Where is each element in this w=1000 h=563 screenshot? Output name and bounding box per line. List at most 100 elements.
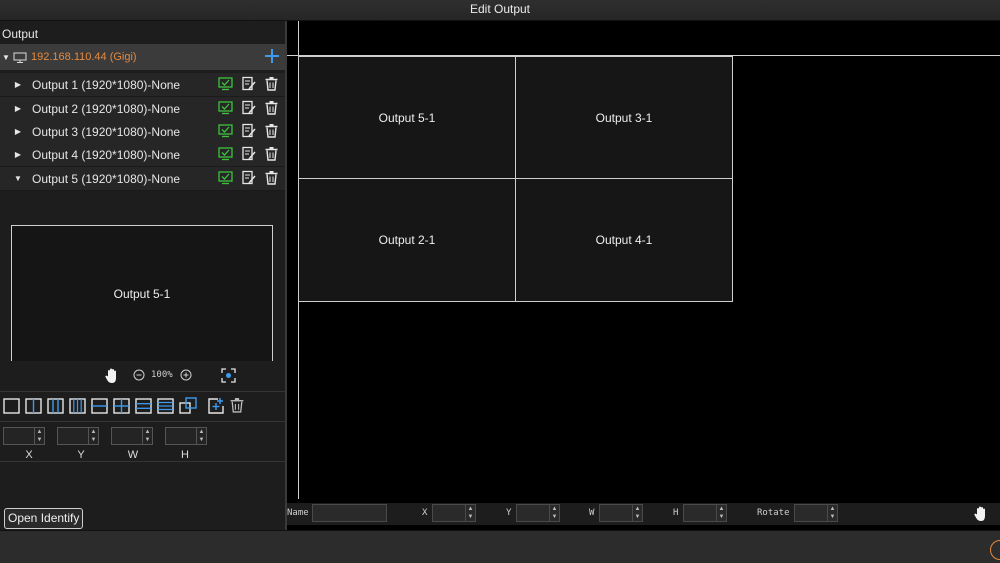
y-spinbox[interactable]: ▲ ▼ bbox=[57, 427, 99, 445]
output-row-label: Output 5 (1920*1080)-None bbox=[32, 171, 181, 186]
trash-icon[interactable] bbox=[229, 397, 247, 415]
edit-icon[interactable] bbox=[241, 146, 256, 161]
layout-1x2-icon[interactable] bbox=[25, 397, 43, 415]
h-spinbox[interactable]: ▲ ▼ bbox=[683, 504, 727, 522]
w-label: W bbox=[589, 508, 595, 518]
caret-down-icon[interactable]: ▼ bbox=[13, 174, 23, 183]
output-canvas[interactable]: Output 5-1 Output 3-1 Output 2-1 Output … bbox=[287, 21, 1000, 530]
layout-2x2-icon[interactable] bbox=[113, 397, 131, 415]
layout-1x1-icon[interactable] bbox=[3, 397, 21, 415]
spin-arrows[interactable]: ▲ ▼ bbox=[716, 505, 726, 521]
caret-right-icon[interactable]: ▶ bbox=[13, 80, 23, 89]
caret-down-icon[interactable]: ▼ bbox=[0, 53, 12, 62]
canvas-window[interactable]: Output 3-1 bbox=[515, 56, 733, 179]
divider bbox=[0, 461, 285, 462]
monitor-check-icon[interactable] bbox=[218, 76, 233, 91]
zoom-out-icon[interactable] bbox=[133, 369, 145, 384]
spin-arrows[interactable]: ▲ ▼ bbox=[549, 505, 559, 521]
spin-arrows[interactable]: ▲ ▼ bbox=[632, 505, 642, 521]
canvas-window[interactable]: Output 2-1 bbox=[298, 178, 516, 302]
add-window-icon[interactable] bbox=[207, 397, 225, 415]
zoom-level: 100% bbox=[151, 370, 173, 380]
divider bbox=[0, 391, 285, 392]
device-row[interactable]: ▼ 192.168.110.44 (Gigi) bbox=[0, 44, 285, 70]
edit-icon[interactable] bbox=[241, 170, 256, 185]
trash-icon[interactable] bbox=[264, 123, 279, 138]
coords-inputs: ▲ ▼ ▲ ▼ ▲ ▼ ▲ ▼ bbox=[3, 427, 219, 445]
plus-icon bbox=[265, 49, 279, 63]
layout-1x3-icon[interactable] bbox=[47, 397, 65, 415]
edit-icon[interactable] bbox=[241, 100, 256, 115]
monitor-check-icon[interactable] bbox=[218, 123, 233, 138]
spin-arrows[interactable]: ▲ ▼ bbox=[142, 428, 152, 444]
monitor-check-icon[interactable] bbox=[218, 146, 233, 161]
output-row-1[interactable]: ▶ Output 1 (1920*1080)-None bbox=[0, 73, 285, 97]
title-bar: Edit Output bbox=[0, 0, 1000, 21]
zoom-bar: 100% bbox=[0, 364, 285, 388]
canvas-window[interactable]: Output 5-1 bbox=[298, 56, 516, 179]
edit-icon[interactable] bbox=[241, 123, 256, 138]
h-label: H bbox=[673, 508, 679, 518]
spin-arrows[interactable]: ▲ ▼ bbox=[827, 505, 837, 521]
canvas-window-label: Output 3-1 bbox=[595, 110, 653, 125]
canvas-window-label: Output 2-1 bbox=[378, 233, 436, 247]
caret-right-icon[interactable]: ▶ bbox=[13, 150, 23, 159]
y-label: Y bbox=[506, 508, 512, 518]
preview-window-label: Output 5-1 bbox=[113, 286, 171, 301]
divider bbox=[0, 421, 285, 422]
spin-arrows[interactable]: ▲ ▼ bbox=[465, 505, 475, 521]
zoom-in-icon[interactable] bbox=[180, 369, 192, 384]
layout-toolbar bbox=[3, 396, 247, 416]
canvas-window[interactable]: Output 4-1 bbox=[515, 178, 733, 302]
spin-arrows[interactable]: ▲ ▼ bbox=[196, 428, 206, 444]
rotate-spinbox[interactable]: ▲ ▼ bbox=[794, 504, 838, 522]
x-spinbox[interactable]: ▲ ▼ bbox=[432, 504, 476, 522]
layout-1x4-icon[interactable] bbox=[69, 397, 87, 415]
trash-icon[interactable] bbox=[264, 76, 279, 91]
add-output-button[interactable] bbox=[265, 47, 279, 67]
output-row-4[interactable]: ▶ Output 4 (1920*1080)-None bbox=[0, 143, 285, 167]
spin-arrows[interactable]: ▲ ▼ bbox=[88, 428, 98, 444]
x-label: X bbox=[25, 449, 33, 461]
hand-icon[interactable] bbox=[973, 505, 989, 525]
layout-overlap-icon[interactable] bbox=[179, 397, 197, 415]
monitor-icon bbox=[13, 52, 27, 63]
x-label: X bbox=[422, 508, 428, 518]
canvas-window-label: Output 4-1 bbox=[595, 233, 653, 247]
spin-arrows[interactable]: ▲ ▼ bbox=[34, 428, 44, 444]
open-identify-button[interactable]: Open Identify bbox=[4, 508, 84, 529]
h-spinbox[interactable]: ▲ ▼ bbox=[165, 427, 207, 445]
layout-2x1-icon[interactable] bbox=[91, 397, 109, 415]
output-preview[interactable]: Output 5-1 bbox=[11, 225, 273, 361]
name-label: Name bbox=[287, 508, 309, 518]
w-spinbox[interactable]: ▲ ▼ bbox=[599, 504, 643, 522]
output-row-5[interactable]: ▼ Output 5 (1920*1080)-None bbox=[0, 167, 285, 191]
window-title: Edit Output bbox=[469, 2, 531, 16]
caret-right-icon[interactable]: ▶ bbox=[13, 127, 23, 136]
layout-3x1-icon[interactable] bbox=[135, 397, 153, 415]
monitor-check-icon[interactable] bbox=[218, 170, 233, 185]
y-spinbox[interactable]: ▲ ▼ bbox=[516, 504, 560, 522]
output-row-2[interactable]: ▶ Output 2 (1920*1080)-None bbox=[0, 97, 285, 121]
status-ring-icon[interactable] bbox=[990, 540, 1000, 560]
caret-right-icon[interactable]: ▶ bbox=[13, 104, 23, 113]
window-properties-bar: Name X ▲ ▼ Y ▲ ▼ W ▲ ▼ H ▲ ▼ Rotate ▲ ▼ bbox=[287, 503, 1000, 525]
x-spinbox[interactable]: ▲ ▼ bbox=[3, 427, 45, 445]
output-row-label: Output 4 (1920*1080)-None bbox=[32, 147, 181, 162]
layout-4x1-icon[interactable] bbox=[157, 397, 175, 415]
device-label: 192.168.110.44 (Gigi) bbox=[31, 51, 137, 63]
trash-icon[interactable] bbox=[264, 146, 279, 161]
y-label: Y bbox=[77, 449, 85, 461]
output-panel: Output ▼ 192.168.110.44 (Gigi) ▶ Output … bbox=[0, 21, 285, 530]
w-spinbox[interactable]: ▲ ▼ bbox=[111, 427, 153, 445]
edit-icon[interactable] bbox=[241, 76, 256, 91]
monitor-check-icon[interactable] bbox=[218, 100, 233, 115]
fit-screen-icon[interactable] bbox=[221, 368, 236, 386]
rotate-label: Rotate bbox=[757, 508, 790, 518]
trash-icon[interactable] bbox=[264, 100, 279, 115]
hand-icon[interactable] bbox=[104, 367, 120, 387]
trash-icon[interactable] bbox=[264, 170, 279, 185]
name-input[interactable] bbox=[312, 504, 387, 522]
output-row-label: Output 2 (1920*1080)-None bbox=[32, 101, 181, 116]
output-row-3[interactable]: ▶ Output 3 (1920*1080)-None bbox=[0, 120, 285, 144]
